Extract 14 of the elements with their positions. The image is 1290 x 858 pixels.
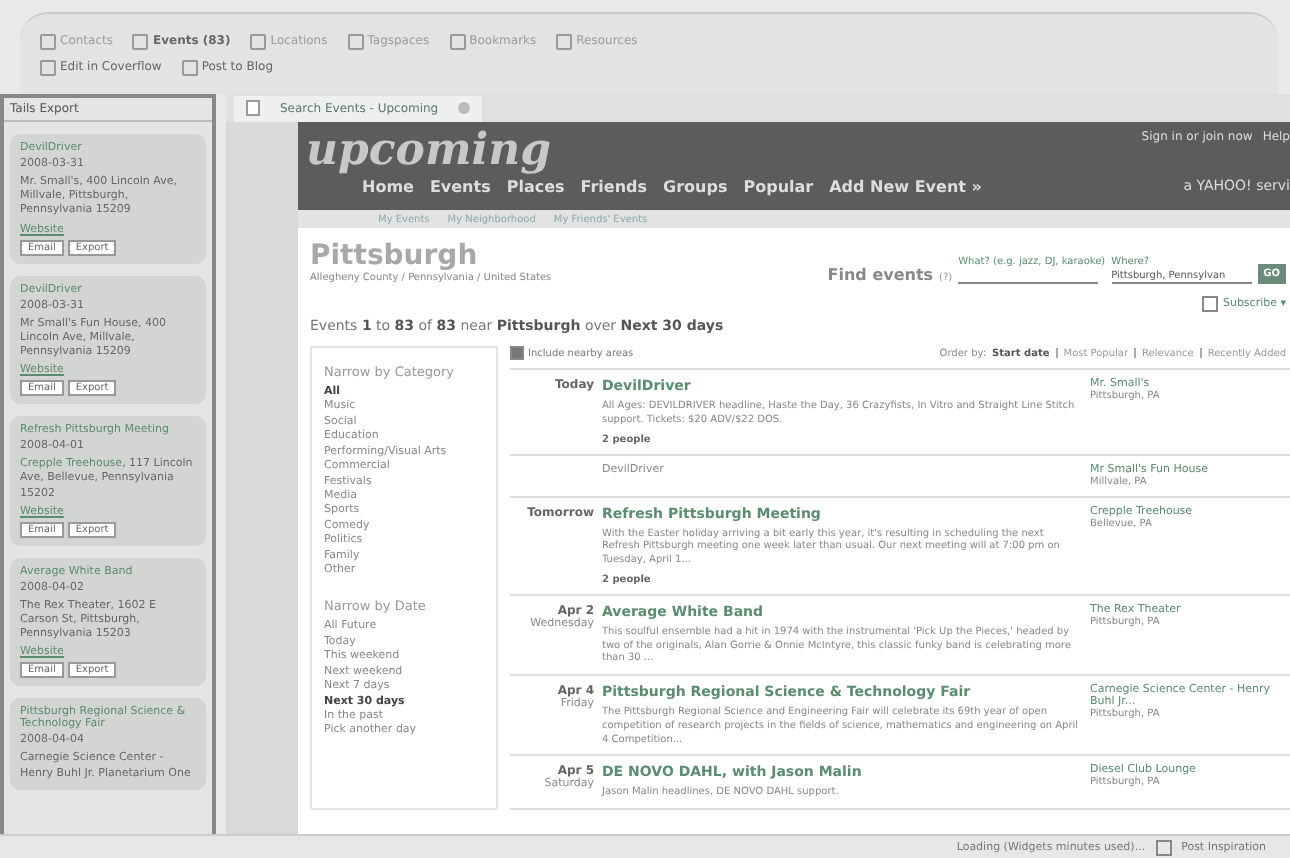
nav-link[interactable]: Friends: [580, 178, 648, 196]
close-icon[interactable]: [458, 102, 471, 114]
nav-link[interactable]: Home: [362, 178, 414, 196]
nav-link[interactable]: Groups: [663, 178, 728, 196]
nav-link[interactable]: Places: [506, 178, 565, 196]
nav-link[interactable]: Popular: [743, 178, 814, 196]
find-label: Find events: [827, 266, 934, 284]
place-title: Pittsburgh: [310, 240, 480, 272]
nav-link[interactable]: Add New Event »: [829, 178, 982, 196]
panel-icon: [1155, 839, 1172, 855]
page-icon: [246, 100, 260, 116]
checkbox[interactable]: [510, 346, 524, 360]
site-logo[interactable]: upcoming: [298, 122, 982, 178]
nav-link[interactable]: Events: [429, 178, 491, 196]
